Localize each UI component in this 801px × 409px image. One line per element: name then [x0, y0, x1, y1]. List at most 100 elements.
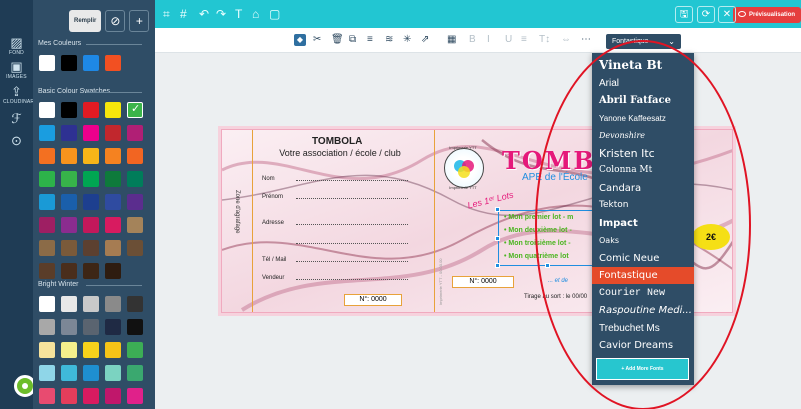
colour-swatch[interactable]	[61, 148, 77, 164]
font-option[interactable]: Courier New	[592, 285, 694, 302]
format-icon[interactable]: ✳	[403, 33, 411, 47]
colour-swatch[interactable]	[83, 125, 99, 141]
colour-swatch[interactable]	[83, 319, 99, 335]
rail-item[interactable]: ▣ IMAGES	[3, 60, 30, 81]
rail-item[interactable]: ℱ	[3, 112, 30, 126]
colour-swatch[interactable]	[105, 296, 121, 312]
colour-swatch[interactable]	[39, 102, 55, 118]
lot-item[interactable]: • Mon premier lot - m	[504, 214, 573, 221]
colour-swatch[interactable]	[39, 125, 55, 141]
font-option[interactable]: Colonna Mt	[592, 162, 694, 179]
rail-item[interactable]: ⊙	[3, 134, 30, 148]
colour-swatch[interactable]	[61, 194, 77, 210]
close-icon[interactable]: ✕	[718, 6, 736, 23]
colour-swatch[interactable]	[83, 102, 99, 118]
font-option[interactable]: Yanone Kaffeesatz	[592, 110, 694, 127]
colour-swatch[interactable]	[83, 194, 99, 210]
font-option[interactable]: Candara	[592, 180, 694, 197]
resize-handle[interactable]	[495, 263, 500, 268]
format-icon[interactable]: ⇔	[561, 33, 571, 47]
format-icon[interactable]: U	[505, 33, 512, 47]
stub-field[interactable]	[262, 239, 408, 245]
format-icon[interactable]: I	[487, 33, 490, 47]
lot-item[interactable]: • Mon quatrième lot	[504, 253, 569, 260]
logo[interactable]	[444, 148, 484, 188]
colour-swatch[interactable]	[127, 217, 143, 233]
font-select[interactable]: Fontastique ⌄	[606, 34, 681, 49]
colour-swatch[interactable]	[83, 388, 99, 404]
colour-swatch[interactable]	[105, 171, 121, 187]
format-icon[interactable]: ⧉	[349, 33, 356, 47]
colour-swatch[interactable]	[61, 388, 77, 404]
colour-swatch[interactable]	[61, 171, 77, 187]
format-icon[interactable]: ⇗	[421, 33, 429, 47]
font-option[interactable]: Tekton	[592, 197, 694, 214]
colour-swatch[interactable]	[39, 171, 55, 187]
toolbar-icon[interactable]: ↷	[216, 6, 226, 22]
stub-field[interactable]: Nom	[262, 176, 408, 182]
font-option[interactable]: Trebuchet Ms	[592, 320, 694, 337]
fill-button[interactable]: Remplir	[69, 10, 102, 32]
font-option[interactable]: Impact	[592, 215, 694, 232]
add-colour-icon[interactable]: +	[129, 10, 150, 32]
colour-swatch[interactable]	[39, 296, 55, 312]
colour-swatch[interactable]	[39, 240, 55, 256]
font-option[interactable]: Vineta Bt	[592, 57, 694, 74]
colour-swatch[interactable]	[61, 102, 77, 118]
colour-swatch[interactable]	[39, 217, 55, 233]
colour-swatch[interactable]	[105, 342, 121, 358]
lot-item[interactable]: • Mon troisième lot -	[504, 240, 571, 247]
format-icon[interactable]: ▦	[447, 33, 456, 47]
toolbar-icon[interactable]: T	[235, 6, 242, 22]
stub-field[interactable]: Vendeur	[262, 275, 408, 281]
format-icon[interactable]: ≋	[385, 33, 393, 47]
font-option[interactable]: Oaks	[592, 232, 694, 249]
font-option[interactable]: Kristen Itc	[592, 145, 694, 162]
toolbar-icon[interactable]: ⌗	[163, 6, 170, 22]
colour-swatch[interactable]	[83, 217, 99, 233]
toolbar-icon[interactable]: ⌂	[252, 6, 259, 22]
preview-button[interactable]: Prévisualisation	[733, 7, 801, 23]
colour-swatch[interactable]	[127, 102, 143, 118]
colour-swatch[interactable]	[127, 388, 143, 404]
association-name[interactable]: APE de l'École	[522, 172, 588, 183]
colour-swatch[interactable]	[61, 296, 77, 312]
refresh-icon[interactable]: ⟳	[697, 6, 715, 23]
colour-swatch[interactable]	[105, 125, 121, 141]
colour-swatch[interactable]	[105, 319, 121, 335]
colour-swatch[interactable]	[127, 342, 143, 358]
toolbar-icon[interactable]: #	[180, 6, 187, 22]
stub-field[interactable]: Adresse	[262, 220, 408, 226]
colour-swatch[interactable]	[105, 194, 121, 210]
colour-swatch[interactable]	[61, 365, 77, 381]
colour-swatch[interactable]	[127, 240, 143, 256]
colour-swatch[interactable]	[39, 148, 55, 164]
stub-field[interactable]: Prénom	[262, 194, 408, 200]
stub-title[interactable]: TOMBOLA	[312, 136, 362, 147]
colour-swatch[interactable]	[39, 194, 55, 210]
font-option[interactable]: Comic Neue	[592, 250, 694, 267]
stub-subtitle[interactable]: Votre association / école / club	[270, 148, 410, 158]
price-badge[interactable]: 2€	[692, 224, 730, 250]
colour-swatch[interactable]	[127, 365, 143, 381]
colour-swatch[interactable]	[105, 55, 121, 71]
colour-swatch[interactable]	[127, 194, 143, 210]
font-option[interactable]: Devonshire	[592, 127, 694, 144]
font-option[interactable]: Arial	[592, 75, 694, 92]
format-icon[interactable]: T↕	[539, 33, 550, 47]
no-fill-icon[interactable]: ⊘	[105, 10, 126, 32]
resize-handle[interactable]	[545, 263, 550, 268]
colour-swatch[interactable]	[61, 263, 77, 279]
colour-swatch[interactable]	[83, 296, 99, 312]
fill-drop-icon[interactable]: ◆	[294, 34, 306, 46]
format-icon[interactable]: 🗑	[331, 33, 344, 47]
format-icon[interactable]: ≡	[521, 33, 527, 47]
colour-swatch[interactable]	[105, 263, 121, 279]
colour-swatch[interactable]	[105, 148, 121, 164]
stub-field[interactable]: Tél / Mail	[262, 257, 408, 263]
resize-handle[interactable]	[495, 236, 500, 241]
resize-handle[interactable]	[495, 207, 500, 212]
rail-item[interactable]: ▨ FOND	[3, 36, 30, 57]
colour-swatch[interactable]	[83, 171, 99, 187]
colour-swatch[interactable]	[61, 125, 77, 141]
